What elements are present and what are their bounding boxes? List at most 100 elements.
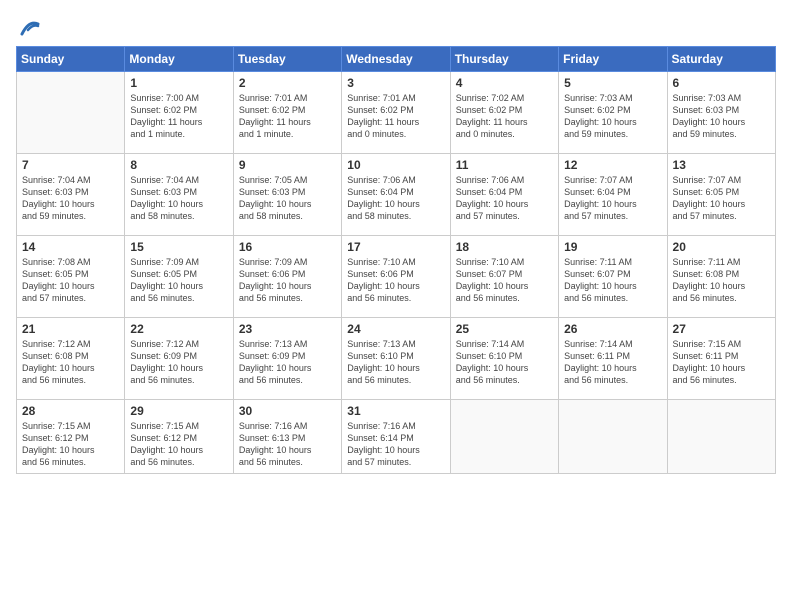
day-number: 5 (564, 76, 661, 90)
calendar-cell: 9Sunrise: 7:05 AM Sunset: 6:03 PM Daylig… (233, 154, 341, 236)
calendar-cell: 29 Sunrise: 7:15 AM Sunset: 6:12 PM Dayli… (125, 400, 233, 474)
calendar-cell: 13 Sunrise: 7:07 AM Sunset: 6:05 PM Dayli… (667, 154, 775, 236)
day-header-tuesday: Tuesday (233, 47, 341, 72)
calendar-cell: 27Sunrise: 7:15 AM Sunset: 6:11 PM Dayli… (667, 318, 775, 400)
day-info: Sunrise: 7:06 AM Sunset: 6:04 PM Dayligh… (456, 174, 553, 223)
calendar-cell: 5 Sunrise: 7:03 AM Sunset: 6:02 PM Daylig… (559, 72, 667, 154)
calendar-cell: 23 Sunrise: 7:13 AM Sunset: 6:09 PM Dayli… (233, 318, 341, 400)
day-number: 25 (456, 322, 553, 336)
calendar-cell: 7Sunrise: 7:04 AM Sunset: 6:03 PM Daylig… (17, 154, 125, 236)
calendar-header-row: SundayMondayTuesdayWednesdayThursdayFrid… (17, 47, 776, 72)
day-number: 11 (456, 158, 553, 172)
calendar-cell: 18 Sunrise: 7:10 AM Sunset: 6:07 PM Dayli… (450, 236, 558, 318)
calendar-week-row: 7Sunrise: 7:04 AM Sunset: 6:03 PM Daylig… (17, 154, 776, 236)
header (16, 16, 776, 38)
day-header-monday: Monday (125, 47, 233, 72)
day-info: Sunrise: 7:11 AM Sunset: 6:08 PM Dayligh… (673, 256, 770, 305)
calendar-cell: 16 Sunrise: 7:09 AM Sunset: 6:06 PM Dayli… (233, 236, 341, 318)
day-info: Sunrise: 7:15 AM Sunset: 6:11 PM Dayligh… (673, 338, 770, 387)
day-number: 20 (673, 240, 770, 254)
calendar-cell (667, 400, 775, 474)
calendar-cell (559, 400, 667, 474)
day-info: Sunrise: 7:00 AM Sunset: 6:02 PM Dayligh… (130, 92, 227, 141)
calendar-cell: 24 Sunrise: 7:13 AM Sunset: 6:10 PM Dayli… (342, 318, 450, 400)
day-header-thursday: Thursday (450, 47, 558, 72)
day-number: 12 (564, 158, 661, 172)
calendar-cell: 30 Sunrise: 7:16 AM Sunset: 6:13 PM Dayli… (233, 400, 341, 474)
day-number: 26 (564, 322, 661, 336)
day-info: Sunrise: 7:08 AM Sunset: 6:05 PM Dayligh… (22, 256, 119, 305)
day-number: 4 (456, 76, 553, 90)
calendar-cell: 21 Sunrise: 7:12 AM Sunset: 6:08 PM Dayli… (17, 318, 125, 400)
day-info: Sunrise: 7:01 AM Sunset: 6:02 PM Dayligh… (239, 92, 336, 141)
calendar-cell: 22Sunrise: 7:12 AM Sunset: 6:09 PM Dayli… (125, 318, 233, 400)
day-info: Sunrise: 7:07 AM Sunset: 6:04 PM Dayligh… (564, 174, 661, 223)
day-header-friday: Friday (559, 47, 667, 72)
calendar-cell: 8Sunrise: 7:04 AM Sunset: 6:03 PM Daylig… (125, 154, 233, 236)
calendar-cell (450, 400, 558, 474)
day-info: Sunrise: 7:09 AM Sunset: 6:06 PM Dayligh… (239, 256, 336, 305)
day-number: 24 (347, 322, 444, 336)
day-number: 30 (239, 404, 336, 418)
day-info: Sunrise: 7:10 AM Sunset: 6:07 PM Dayligh… (456, 256, 553, 305)
calendar-cell: 10Sunrise: 7:06 AM Sunset: 6:04 PM Dayli… (342, 154, 450, 236)
day-info: Sunrise: 7:03 AM Sunset: 6:03 PM Dayligh… (673, 92, 770, 141)
day-header-saturday: Saturday (667, 47, 775, 72)
day-info: Sunrise: 7:12 AM Sunset: 6:09 PM Dayligh… (130, 338, 227, 387)
day-number: 29 (130, 404, 227, 418)
day-number: 31 (347, 404, 444, 418)
calendar-week-row: 14 Sunrise: 7:08 AM Sunset: 6:05 PM Dayli… (17, 236, 776, 318)
calendar-cell: 17 Sunrise: 7:10 AM Sunset: 6:06 PM Dayli… (342, 236, 450, 318)
logo-icon (18, 16, 40, 38)
day-info: Sunrise: 7:11 AM Sunset: 6:07 PM Dayligh… (564, 256, 661, 305)
calendar-cell: 1 Sunrise: 7:00 AM Sunset: 6:02 PM Daylig… (125, 72, 233, 154)
day-info: Sunrise: 7:05 AM Sunset: 6:03 PM Dayligh… (239, 174, 336, 223)
logo (16, 16, 40, 38)
day-number: 14 (22, 240, 119, 254)
page: SundayMondayTuesdayWednesdayThursdayFrid… (0, 0, 792, 612)
day-number: 19 (564, 240, 661, 254)
day-info: Sunrise: 7:04 AM Sunset: 6:03 PM Dayligh… (130, 174, 227, 223)
day-number: 21 (22, 322, 119, 336)
day-info: Sunrise: 7:13 AM Sunset: 6:10 PM Dayligh… (347, 338, 444, 387)
day-info: Sunrise: 7:10 AM Sunset: 6:06 PM Dayligh… (347, 256, 444, 305)
day-number: 1 (130, 76, 227, 90)
calendar-cell: 19 Sunrise: 7:11 AM Sunset: 6:07 PM Dayli… (559, 236, 667, 318)
calendar-week-row: 21 Sunrise: 7:12 AM Sunset: 6:08 PM Dayli… (17, 318, 776, 400)
day-number: 18 (456, 240, 553, 254)
calendar-table: SundayMondayTuesdayWednesdayThursdayFrid… (16, 46, 776, 474)
calendar-cell: 12 Sunrise: 7:07 AM Sunset: 6:04 PM Dayli… (559, 154, 667, 236)
day-info: Sunrise: 7:01 AM Sunset: 6:02 PM Dayligh… (347, 92, 444, 141)
calendar-cell: 2 Sunrise: 7:01 AM Sunset: 6:02 PM Daylig… (233, 72, 341, 154)
day-info: Sunrise: 7:09 AM Sunset: 6:05 PM Dayligh… (130, 256, 227, 305)
day-info: Sunrise: 7:03 AM Sunset: 6:02 PM Dayligh… (564, 92, 661, 141)
day-number: 3 (347, 76, 444, 90)
day-info: Sunrise: 7:16 AM Sunset: 6:13 PM Dayligh… (239, 420, 336, 469)
day-info: Sunrise: 7:14 AM Sunset: 6:11 PM Dayligh… (564, 338, 661, 387)
calendar-cell: 11 Sunrise: 7:06 AM Sunset: 6:04 PM Dayli… (450, 154, 558, 236)
calendar-cell: 15 Sunrise: 7:09 AM Sunset: 6:05 PM Dayli… (125, 236, 233, 318)
day-info: Sunrise: 7:04 AM Sunset: 6:03 PM Dayligh… (22, 174, 119, 223)
day-info: Sunrise: 7:13 AM Sunset: 6:09 PM Dayligh… (239, 338, 336, 387)
day-number: 13 (673, 158, 770, 172)
calendar-cell (17, 72, 125, 154)
day-info: Sunrise: 7:15 AM Sunset: 6:12 PM Dayligh… (130, 420, 227, 469)
calendar-cell: 31Sunrise: 7:16 AM Sunset: 6:14 PM Dayli… (342, 400, 450, 474)
day-header-sunday: Sunday (17, 47, 125, 72)
calendar-week-row: 1 Sunrise: 7:00 AM Sunset: 6:02 PM Daylig… (17, 72, 776, 154)
calendar-cell: 20 Sunrise: 7:11 AM Sunset: 6:08 PM Dayli… (667, 236, 775, 318)
day-number: 2 (239, 76, 336, 90)
calendar-cell: 25Sunrise: 7:14 AM Sunset: 6:10 PM Dayli… (450, 318, 558, 400)
calendar-cell: 4Sunrise: 7:02 AM Sunset: 6:02 PM Daylig… (450, 72, 558, 154)
day-header-wednesday: Wednesday (342, 47, 450, 72)
day-number: 16 (239, 240, 336, 254)
calendar-week-row: 28Sunrise: 7:15 AM Sunset: 6:12 PM Dayli… (17, 400, 776, 474)
day-number: 15 (130, 240, 227, 254)
day-info: Sunrise: 7:07 AM Sunset: 6:05 PM Dayligh… (673, 174, 770, 223)
day-info: Sunrise: 7:15 AM Sunset: 6:12 PM Dayligh… (22, 420, 119, 469)
day-number: 6 (673, 76, 770, 90)
day-number: 23 (239, 322, 336, 336)
day-number: 17 (347, 240, 444, 254)
calendar-cell: 6 Sunrise: 7:03 AM Sunset: 6:03 PM Daylig… (667, 72, 775, 154)
day-info: Sunrise: 7:12 AM Sunset: 6:08 PM Dayligh… (22, 338, 119, 387)
